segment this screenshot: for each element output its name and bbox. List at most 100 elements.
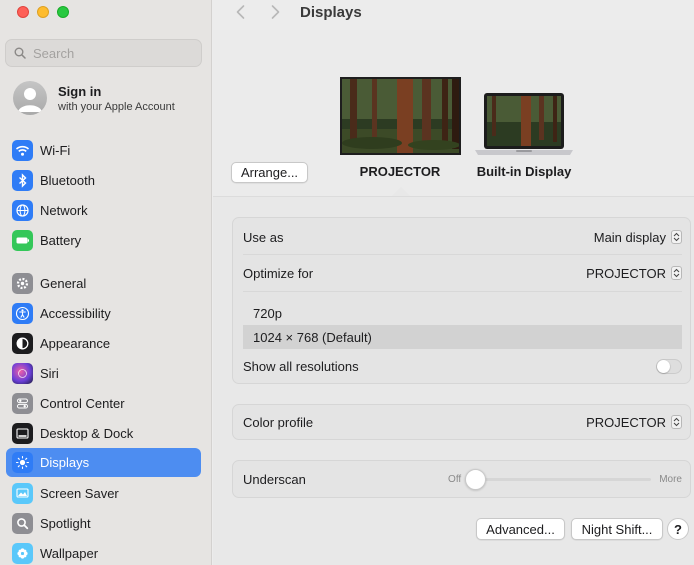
search-icon — [14, 47, 26, 59]
zoom-window-button[interactable] — [57, 6, 69, 18]
forest-wallpaper-image — [342, 79, 459, 153]
sidebar-item-general[interactable]: General — [6, 269, 201, 298]
display-settings-group: Use as Main display Optimize for PROJECT… — [232, 217, 691, 384]
color-profile-popup[interactable]: PROJECTOR — [586, 415, 682, 430]
page-title: Displays — [300, 4, 362, 21]
use-as-value: Main display — [593, 229, 666, 245]
search-field[interactable] — [5, 39, 202, 67]
sidebar-item-network[interactable]: Network — [6, 196, 201, 225]
sidebar-item-label: Battery — [40, 233, 82, 248]
toolbar: Displays — [213, 0, 694, 26]
sun-icon — [12, 452, 33, 473]
slider-knob[interactable] — [465, 468, 487, 490]
sidebar-item-accessibility[interactable]: Accessibility — [6, 299, 201, 328]
sidebar-item-screen-saver[interactable]: Screen Saver — [6, 479, 201, 508]
built-in-display-label: Built-in Display — [476, 164, 572, 179]
optimize-for-value: PROJECTOR — [586, 265, 666, 281]
screen-saver-icon — [12, 483, 33, 504]
account-subtitle: with your Apple Account — [58, 100, 175, 113]
account-title: Sign in — [58, 83, 102, 99]
underscan-label: Underscan — [243, 471, 306, 487]
use-as-label: Use as — [243, 229, 284, 245]
underscan-max-label: More — [659, 473, 682, 485]
sidebar-item-desktop-dock[interactable]: Desktop & Dock — [6, 419, 201, 448]
optimize-for-label: Optimize for — [243, 265, 314, 281]
bluetooth-icon — [12, 170, 33, 191]
sidebar-item-label: Wi-Fi — [40, 143, 71, 158]
color-profile-group: Color profile PROJECTOR — [232, 404, 691, 440]
optimize-for-row: Optimize for PROJECTOR — [243, 260, 682, 286]
appearance-icon — [12, 333, 33, 354]
sidebar-item-label: Desktop & Dock — [40, 426, 134, 441]
sidebar-item-wallpaper[interactable]: Wallpaper — [6, 539, 201, 565]
underscan-min-label: Off — [448, 473, 462, 485]
row-separator — [243, 291, 682, 292]
gear-icon — [12, 273, 33, 294]
up-down-chevron-icon — [671, 415, 682, 429]
minimize-window-button[interactable] — [37, 6, 49, 18]
magnifier-icon — [12, 513, 33, 534]
sidebar-item-label: Screen Saver — [40, 486, 119, 501]
avatar — [13, 81, 47, 115]
dock-icon — [12, 423, 33, 444]
sidebar-item-spotlight[interactable]: Spotlight — [6, 509, 201, 538]
display-arrangement: Arrange... PROJECTOR Built-in Display — [213, 30, 694, 196]
sidebar-item-battery[interactable]: Battery — [6, 226, 201, 255]
sidebar-item-label: Wallpaper — [40, 546, 99, 561]
sidebar-item-label: Bluetooth — [40, 173, 95, 188]
advanced-button[interactable]: Advanced... — [476, 518, 565, 540]
resolution-option-selected[interactable]: 1024 × 768 (Default) — [243, 325, 682, 349]
sidebar-item-label: Displays — [40, 455, 90, 470]
sidebar-item-control-center[interactable]: Control Center — [6, 389, 201, 418]
displays-pane: Displays Arrange... PROJECTOR Built-in D… — [213, 0, 694, 565]
optimize-for-popup[interactable]: PROJECTOR — [586, 266, 682, 281]
use-as-popup[interactable]: Main display — [594, 230, 682, 245]
sidebar-item-label: Siri — [40, 366, 59, 381]
color-profile-value: PROJECTOR — [586, 414, 666, 430]
sidebar-item-label: General — [40, 276, 87, 291]
forward-chevron-icon[interactable] — [267, 3, 283, 21]
sidebar-item-label: Network — [40, 203, 88, 218]
battery-icon — [12, 230, 33, 251]
up-down-chevron-icon — [671, 230, 682, 244]
projector-display-thumbnail[interactable] — [340, 77, 461, 155]
search-input[interactable] — [33, 45, 193, 61]
person-icon — [18, 88, 42, 112]
close-window-button[interactable] — [17, 6, 29, 18]
globe-icon — [12, 200, 33, 221]
sidebar: Sign in with your Apple Account Wi-Fi Bl… — [0, 0, 212, 565]
underscan-row: Underscan Off More — [243, 466, 682, 492]
window-controls — [17, 6, 69, 18]
sidebar-item-bluetooth[interactable]: Bluetooth — [6, 166, 201, 195]
toggle-knob — [657, 359, 670, 373]
show-all-resolutions-row: Show all resolutions — [243, 353, 682, 379]
resolution-option[interactable]: 720p — [243, 301, 682, 325]
show-all-resolutions-toggle[interactable] — [656, 358, 682, 374]
arrange-button[interactable]: Arrange... — [231, 162, 308, 183]
sidebar-item-appearance[interactable]: Appearance — [6, 329, 201, 358]
underscan-group: Underscan Off More — [232, 460, 691, 498]
slider-track[interactable] — [465, 468, 652, 490]
help-button[interactable]: ? — [667, 518, 689, 540]
sidebar-item-wifi[interactable]: Wi-Fi — [6, 136, 201, 165]
use-as-row: Use as Main display — [243, 224, 682, 250]
accessibility-icon — [12, 303, 33, 324]
selection-pointer — [392, 187, 410, 196]
siri-icon — [12, 363, 33, 384]
sidebar-item-displays[interactable]: Displays — [6, 448, 201, 477]
sidebar-item-label: Accessibility — [40, 306, 111, 321]
night-shift-button[interactable]: Night Shift... — [571, 518, 663, 540]
up-down-chevron-icon — [671, 266, 682, 280]
color-profile-row: Color profile PROJECTOR — [243, 409, 682, 435]
apple-account-signin[interactable]: Sign in with your Apple Account — [13, 81, 175, 115]
flower-icon — [12, 543, 33, 564]
row-separator — [243, 254, 682, 255]
control-center-icon — [12, 393, 33, 414]
sidebar-item-label: Spotlight — [40, 516, 91, 531]
sidebar-item-label: Appearance — [40, 336, 111, 351]
back-chevron-icon[interactable] — [233, 3, 249, 21]
show-all-resolutions-label: Show all resolutions — [243, 358, 359, 374]
sidebar-item-siri[interactable]: Siri — [6, 359, 201, 388]
built-in-display-thumbnail[interactable] — [473, 92, 575, 158]
underscan-slider[interactable]: Off More — [448, 468, 682, 490]
